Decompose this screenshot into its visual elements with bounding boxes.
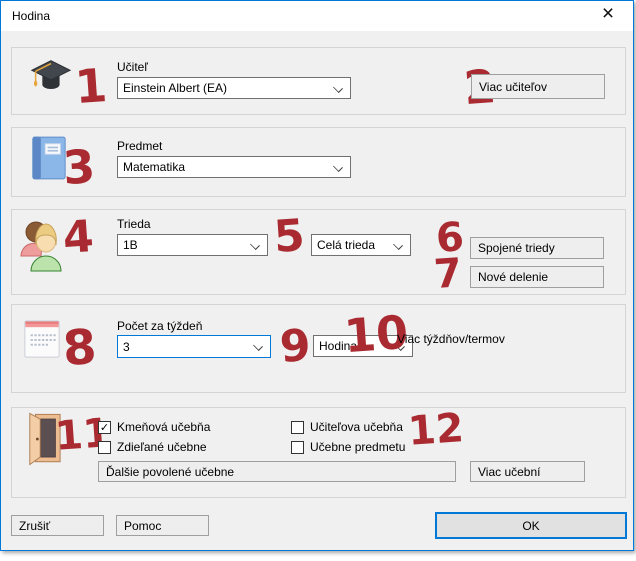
class-scope-select[interactable]: Celá trieda [311, 234, 411, 256]
annotation-9: 9 [279, 324, 313, 370]
subject-select[interactable]: Matematika [117, 156, 351, 178]
checkbox-unchecked-icon [98, 441, 111, 454]
other-allowed-classrooms-button[interactable]: Ďalšie povolené učebne [98, 461, 456, 482]
more-teachers-button[interactable]: Viac učiteľov [471, 74, 605, 99]
chevron-down-icon [393, 240, 403, 250]
class-select-value: 1B [123, 238, 138, 252]
checkbox-checked-icon: ✓ [98, 421, 111, 434]
calendar-icon [23, 317, 61, 363]
chevron-down-icon [333, 83, 343, 93]
checkbox-label: Kmeňová učebňa [117, 420, 210, 434]
annotation-3: 3 [61, 143, 96, 191]
new-division-button[interactable]: Nové delenie [470, 266, 604, 288]
close-icon[interactable]: × [596, 2, 620, 26]
annotation-7: 7 [433, 253, 464, 295]
checkbox-home-classroom[interactable]: ✓ Kmeňová učebňa [98, 420, 210, 434]
joined-classes-button[interactable]: Spojené triedy [470, 237, 604, 259]
subject-select-value: Matematika [123, 160, 185, 174]
checkbox-label: Učebne predmetu [310, 440, 405, 454]
checkbox-unchecked-icon [291, 421, 304, 434]
count-select-value: 3 [123, 340, 130, 354]
count-label: Počet za týždeň [117, 319, 202, 333]
annotation-8: 8 [61, 323, 98, 373]
checkbox-label: Zdieľané učebne [117, 440, 207, 454]
annotation-5: 5 [273, 214, 307, 260]
count-select[interactable]: 3 [117, 335, 271, 358]
window-title: Hodina [12, 9, 50, 23]
checkbox-unchecked-icon [291, 441, 304, 454]
titlebar: Hodina × [1, 1, 633, 31]
more-classrooms-button[interactable]: Viac učební [470, 461, 585, 482]
more-weeks-terms-link[interactable]: Viac týždňov/termov [397, 332, 505, 346]
graduation-cap-icon [27, 53, 73, 101]
lesson-dialog: Hodina × [0, 0, 634, 551]
class-label: Trieda [117, 217, 151, 231]
annotation-12: 12 [407, 408, 465, 452]
teacher-select[interactable]: Einstein Albert (EA) [117, 77, 351, 99]
checkbox-shared-classrooms[interactable]: Zdieľané učebne [98, 440, 207, 454]
annotation-4: 4 [62, 215, 96, 261]
checkbox-teachers-classroom[interactable]: Učiteľova učebňa [291, 420, 403, 434]
help-button[interactable]: Pomoc [116, 515, 209, 536]
teacher-label: Učiteľ [117, 60, 148, 74]
ok-button[interactable]: OK [435, 512, 627, 539]
chevron-down-icon [253, 341, 263, 351]
class-scope-value: Celá trieda [317, 238, 375, 252]
annotation-1: 1 [73, 62, 108, 110]
teacher-select-value: Einstein Albert (EA) [123, 81, 227, 95]
class-select[interactable]: 1B [117, 234, 268, 256]
screenshot-stage: Hodina × [0, 0, 636, 561]
cancel-button[interactable]: Zrušiť [11, 515, 104, 536]
checkbox-subject-classrooms[interactable]: Učebne predmetu [291, 440, 405, 454]
chevron-down-icon [333, 162, 343, 172]
subject-label: Predmet [117, 139, 162, 153]
checkbox-label: Učiteľova učebňa [310, 420, 403, 434]
chevron-down-icon [250, 240, 260, 250]
